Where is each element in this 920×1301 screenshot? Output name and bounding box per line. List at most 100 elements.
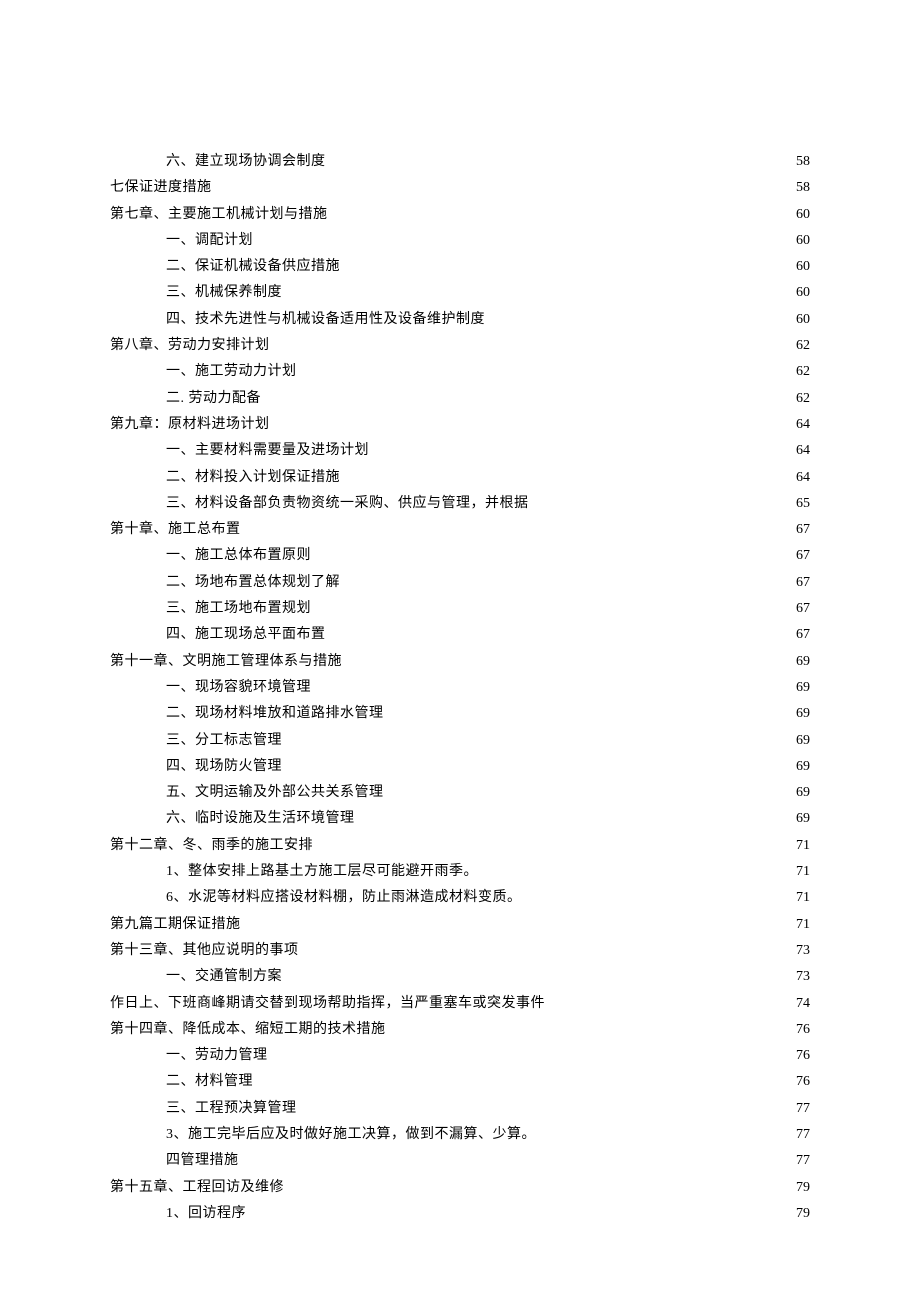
toc-entry-title: 七保证进度措施 [110, 176, 212, 200]
toc-entry: 七保证进度措施 58 [110, 176, 810, 200]
toc-entry: 三、机械保养制度 60 [110, 281, 810, 305]
toc-entry: 第十五章、工程回访及维修 79 [110, 1176, 810, 1200]
toc-entry: 3、施工完毕后应及时做好施工决算，做到不漏算、少算。 77 [110, 1123, 810, 1147]
toc-entry: 第七章、主要施工机械计划与措施60 [110, 203, 810, 227]
toc-entry: 一、劳动力管理76 [110, 1044, 810, 1068]
toc-entry: 四、施工现场总平面布置67 [110, 623, 810, 647]
toc-entry-title: 一、主要材料需要量及进场计划 [166, 439, 369, 463]
toc-entry-title: 3、施工完毕后应及时做好施工决算，做到不漏算、少算。 [166, 1123, 536, 1147]
toc-entry-title: 一、调配计划 [166, 229, 253, 253]
toc-entry: 第十三章、其他应说明的事项 73 [110, 939, 810, 963]
toc-entry: 二、现场材料堆放和道路排水管理 69 [110, 702, 810, 726]
toc-entry-page: 60 [789, 255, 810, 279]
toc-entry-title: 五、文明运输及外部公共关系管理 [166, 781, 384, 805]
toc-entry: 二. 劳动力配备 62 [110, 387, 810, 411]
toc-entry: 六、临时设施及生活环境管理 69 [110, 807, 810, 831]
toc-entry-page: 73 [789, 939, 810, 963]
toc-entry: 二、保证机械设备供应措施 60 [110, 255, 810, 279]
toc-entry: 三、材料设备部负责物资统一采购、供应与管理，并根据65 [110, 492, 810, 516]
toc-entry-page: 69 [789, 702, 810, 726]
toc-entry-page: 69 [789, 650, 810, 674]
toc-entry-page: 67 [789, 571, 810, 595]
toc-entry-title: 6、水泥等材料应搭设材料棚，防止雨淋造成材料变质。 [166, 886, 522, 910]
toc-entry: 6、水泥等材料应搭设材料棚，防止雨淋造成材料变质。 71 [110, 886, 810, 910]
toc-entry-page: 71 [789, 886, 810, 910]
document-page: 六、建立现场协调会制度58七保证进度措施58第七章、主要施工机械计划与措施60一… [0, 0, 920, 1301]
toc-entry: 三、分工标志管理 69 [110, 729, 810, 753]
toc-entry-page: 71 [789, 860, 810, 884]
toc-entry-title: 二、现场材料堆放和道路排水管理 [166, 702, 384, 726]
toc-entry-page: 62 [789, 360, 810, 384]
toc-entry-title: 第十一章、文明施工管理体系与措施 [110, 650, 342, 674]
toc-entry: 五、文明运输及外部公共关系管理 69 [110, 781, 810, 805]
toc-entry: 第十章、施工总布置67 [110, 518, 810, 542]
toc-entry-page: 69 [789, 807, 810, 831]
toc-entry: 第十四章、降低成本、缩短工期的技术措施76 [110, 1018, 810, 1042]
toc-entry-title: 三、材料设备部负责物资统一采购、供应与管理，并根据 [166, 492, 529, 516]
toc-entry: 1、整体安排上路基土方施工层尽可能避开雨季。 71 [110, 860, 810, 884]
toc-entry-title: 作日上、下班商峰期请交替到现场帮助指挥，当严重塞车或突发事件 [110, 992, 545, 1016]
toc-entry-title: 第十三章、其他应说明的事项 [110, 939, 299, 963]
toc-entry-title: 四、现场防火管理 [166, 755, 282, 779]
toc-entry-page: 77 [789, 1097, 810, 1121]
toc-entry: 六、建立现场协调会制度 58 [110, 150, 810, 174]
toc-entry-title: 一、劳动力管理 [166, 1044, 268, 1068]
toc-entry: 一、调配计划 60 [110, 229, 810, 253]
toc-entry-page: 60 [789, 281, 810, 305]
toc-entry-page: 67 [789, 518, 810, 542]
toc-entry: 一、施工劳动力计划 62 [110, 360, 810, 384]
toc-entry-title: 三、分工标志管理 [166, 729, 282, 753]
toc-entry-title: 第九章：原材料进场计划 [110, 413, 270, 437]
toc-entry-page: 71 [789, 834, 810, 858]
table-of-contents: 六、建立现场协调会制度58七保证进度措施58第七章、主要施工机械计划与措施60一… [110, 150, 810, 1226]
toc-entry: 四、现场防火管理 69 [110, 755, 810, 779]
toc-entry-title: 一、施工总体布置原则 [166, 544, 311, 568]
toc-entry-title: 一、交通管制方案 [166, 965, 282, 989]
toc-entry-page: 79 [789, 1176, 810, 1200]
toc-entry-title: 四、技术先进性与机械设备适用性及设备维护制度 [166, 308, 485, 332]
toc-entry-title: 二. 劳动力配备 [166, 387, 261, 411]
toc-entry-page: 79 [789, 1202, 810, 1226]
toc-entry: 第九篇工期保证措施 71 [110, 913, 810, 937]
toc-entry-title: 第十五章、工程回访及维修 [110, 1176, 284, 1200]
toc-entry-title: 1、整体安排上路基土方施工层尽可能避开雨季。 [166, 860, 478, 884]
toc-entry: 第十一章、文明施工管理体系与措施 69 [110, 650, 810, 674]
toc-entry-page: 62 [789, 334, 810, 358]
toc-entry-page: 69 [789, 781, 810, 805]
toc-entry-page: 60 [789, 229, 810, 253]
toc-entry-title: 四、施工现场总平面布置 [166, 623, 326, 647]
toc-entry-title: 第七章、主要施工机械计划与措施 [110, 203, 328, 227]
toc-entry-page: 71 [789, 913, 810, 937]
toc-entry-page: 58 [789, 150, 810, 174]
toc-entry: 一、现场容貌环境管理69 [110, 676, 810, 700]
toc-entry-page: 69 [789, 755, 810, 779]
toc-entry-page: 67 [789, 597, 810, 621]
toc-entry-page: 58 [789, 176, 810, 200]
toc-entry-page: 73 [789, 965, 810, 989]
toc-entry-title: 第十四章、降低成本、缩短工期的技术措施 [110, 1018, 386, 1042]
toc-entry-title: 二、场地布置总体规划了解 [166, 571, 340, 595]
toc-entry-page: 76 [789, 1070, 810, 1094]
toc-entry-title: 六、建立现场协调会制度 [166, 150, 326, 174]
toc-entry-title: 第九篇工期保证措施 [110, 913, 241, 937]
toc-entry-page: 64 [789, 466, 810, 490]
toc-entry: 四、技术先进性与机械设备适用性及设备维护制度60 [110, 308, 810, 332]
toc-entry-page: 77 [789, 1123, 810, 1147]
toc-entry-page: 77 [789, 1149, 810, 1173]
toc-entry-title: 四管理措施 [166, 1149, 239, 1173]
toc-entry-title: 三、机械保养制度 [166, 281, 282, 305]
toc-entry: 作日上、下班商峰期请交替到现场帮助指挥，当严重塞车或突发事件 74 [110, 992, 810, 1016]
toc-entry-page: 74 [789, 992, 810, 1016]
toc-entry-title: 一、施工劳动力计划 [166, 360, 297, 384]
toc-entry-title: 二、材料投入计划保证措施 [166, 466, 340, 490]
toc-entry-page: 69 [789, 729, 810, 753]
toc-entry-page: 64 [789, 439, 810, 463]
toc-entry-title: 第十二章、冬、雨季的施工安排 [110, 834, 313, 858]
toc-entry: 1、回访程序79 [110, 1202, 810, 1226]
toc-entry-title: 第八章、劳动力安排计划 [110, 334, 270, 358]
toc-entry-title: 六、临时设施及生活环境管理 [166, 807, 355, 831]
toc-entry-page: 69 [789, 676, 810, 700]
toc-entry-title: 二、保证机械设备供应措施 [166, 255, 340, 279]
toc-entry-title: 三、施工场地布置规划 [166, 597, 311, 621]
toc-entry-page: 62 [789, 387, 810, 411]
